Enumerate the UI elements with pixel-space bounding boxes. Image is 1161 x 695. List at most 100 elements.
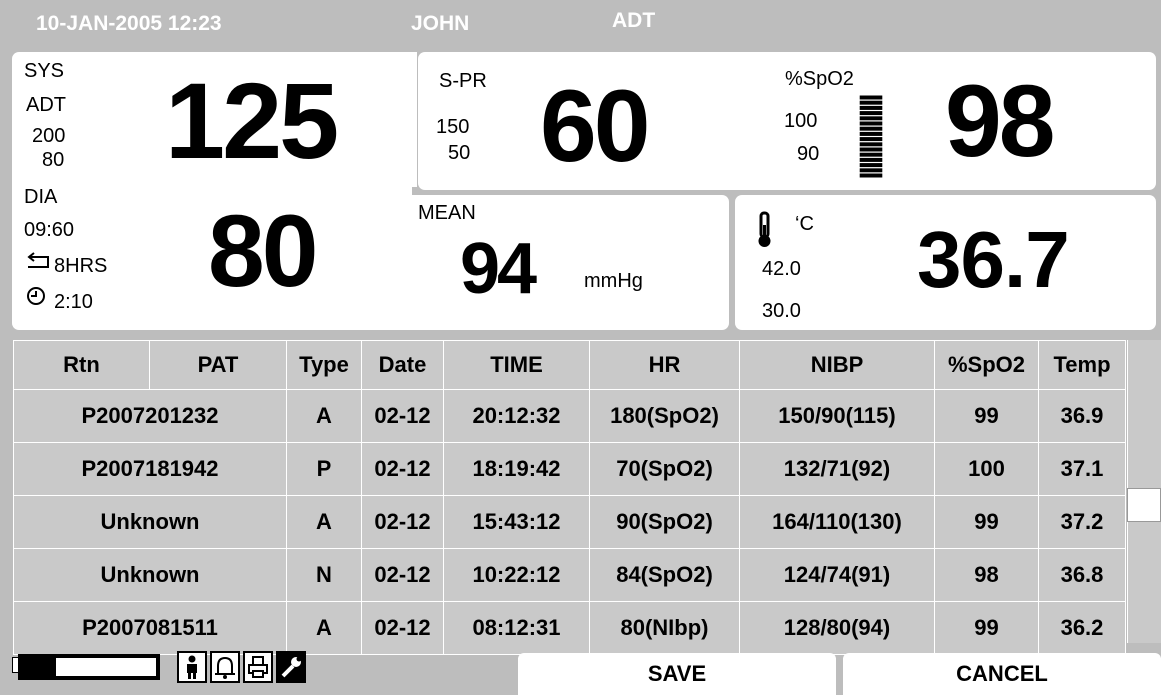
cell-temp: 37.1 <box>1038 442 1126 496</box>
spo2-bar-segment <box>859 95 883 100</box>
sys-high-limit: 200 <box>32 125 66 147</box>
cell-date: 02-12 <box>361 442 444 496</box>
cell-spo2: 99 <box>934 495 1039 549</box>
cell-hr: 80(NIbp) <box>589 601 740 655</box>
cell-spo2: 99 <box>934 601 1039 655</box>
col-header-hr[interactable]: HR <box>589 340 740 390</box>
nibp-interval: 09:60 <box>24 219 75 241</box>
table-row[interactable]: P2007081511 A 02-12 08:12:31 80(NIbp) 12… <box>13 601 1126 655</box>
cell-spo2: 98 <box>934 548 1039 602</box>
spo2-value: 98 <box>945 64 1055 178</box>
cell-type: P <box>286 442 362 496</box>
nibp-timer: 2:10 <box>54 291 93 313</box>
spo2-bar-segment <box>859 157 883 162</box>
pulse-high-limit: 150 <box>436 116 470 138</box>
pulse-label: S-PR <box>439 70 487 92</box>
cell-date: 02-12 <box>361 495 444 549</box>
cell-patient-id: Unknown <box>13 495 287 549</box>
col-header-rtn[interactable]: Rtn <box>13 340 150 390</box>
table-row[interactable]: P2007181942 P 02-12 18:19:42 70(SpO2) 13… <box>13 442 1126 496</box>
battery-fill <box>22 658 56 676</box>
col-header-temp[interactable]: Temp <box>1038 340 1126 390</box>
pulse-low-limit: 50 <box>448 142 471 164</box>
sys-low-limit: 80 <box>42 149 65 171</box>
temp-high-limit: 42.0 <box>762 258 801 280</box>
cancel-button[interactable]: CANCEL <box>843 653 1161 695</box>
table-row[interactable]: Unknown N 02-12 10:22:12 84(SpO2) 124/74… <box>13 548 1126 602</box>
cell-nibp: 164/110(130) <box>739 495 935 549</box>
spo2-bar-segment <box>859 152 883 157</box>
spo2-bar-segment <box>859 147 883 152</box>
temp-value: 36.7 <box>917 215 1070 304</box>
spo2-bar-segment <box>859 116 883 121</box>
spo2-bar-segment <box>859 137 883 142</box>
header-datetime: 10-JAN-2005 12:23 <box>36 12 222 35</box>
cell-date: 02-12 <box>361 601 444 655</box>
col-header-date[interactable]: Date <box>361 340 444 390</box>
spo2-bar-segment <box>859 100 883 105</box>
cell-spo2: 99 <box>934 389 1039 443</box>
save-button[interactable]: SAVE <box>518 653 836 695</box>
cell-hr: 180(SpO2) <box>589 389 740 443</box>
cell-type: A <box>286 389 362 443</box>
table-row[interactable]: P2007201232 A 02-12 20:12:32 180(SpO2) 1… <box>13 389 1126 443</box>
printer-icon[interactable] <box>243 651 273 683</box>
col-header-time[interactable]: TIME <box>443 340 590 390</box>
clock-icon <box>26 286 46 311</box>
cell-temp: 37.2 <box>1038 495 1126 549</box>
spo2-bar-segment <box>859 163 883 168</box>
cell-time: 15:43:12 <box>443 495 590 549</box>
spo2-bar-segment <box>859 126 883 131</box>
dia-value: 80 <box>208 194 318 308</box>
spo2-bar-graph <box>859 95 883 178</box>
measurement-table: Rtn PAT Type Date TIME HR NIBP %SpO2 Tem… <box>13 340 1126 655</box>
header-patient-name: JOHN <box>411 12 470 35</box>
cell-type: A <box>286 601 362 655</box>
spo2-bar-segment <box>859 168 883 173</box>
cell-nibp: 132/71(92) <box>739 442 935 496</box>
patient-icon[interactable] <box>177 651 207 683</box>
mean-label: MEAN <box>418 202 476 224</box>
mean-value: 94 <box>460 229 537 309</box>
spo2-bar-segment <box>859 111 883 116</box>
scrollbar-thumb[interactable] <box>1127 488 1161 522</box>
cell-time: 20:12:32 <box>443 389 590 443</box>
dia-label: DIA <box>24 186 58 208</box>
temp-unit: ‘C <box>795 213 814 235</box>
cell-patient-id: P2007081511 <box>13 601 287 655</box>
wrench-icon[interactable] <box>276 651 306 683</box>
cell-temp: 36.9 <box>1038 389 1126 443</box>
mean-unit: mmHg <box>584 270 643 292</box>
cell-type: N <box>286 548 362 602</box>
battery-indicator <box>18 654 160 680</box>
sys-label: SYS <box>24 60 65 82</box>
table-row[interactable]: Unknown A 02-12 15:43:12 90(SpO2) 164/11… <box>13 495 1126 549</box>
col-header-type[interactable]: Type <box>286 340 362 390</box>
col-header-pat[interactable]: PAT <box>149 340 287 390</box>
alarm-bell-icon[interactable] <box>210 651 240 683</box>
spo2-low-limit: 90 <box>797 143 820 165</box>
cell-nibp: 150/90(115) <box>739 389 935 443</box>
cell-patient-id: P2007181942 <box>13 442 287 496</box>
nibp-duration: 8HRS <box>54 255 108 277</box>
pulse-value: 60 <box>540 69 650 183</box>
temp-low-limit: 30.0 <box>762 300 801 322</box>
spo2-bar-segment <box>859 105 883 110</box>
cell-hr: 70(SpO2) <box>589 442 740 496</box>
cell-patient-id: P2007201232 <box>13 389 287 443</box>
col-header-nibp[interactable]: NIBP <box>739 340 935 390</box>
cell-time: 10:22:12 <box>443 548 590 602</box>
col-header-spo2[interactable]: %SpO2 <box>934 340 1039 390</box>
cell-date: 02-12 <box>361 548 444 602</box>
cell-temp: 36.8 <box>1038 548 1126 602</box>
cycle-icon <box>26 251 50 276</box>
cell-time: 18:19:42 <box>443 442 590 496</box>
cell-patient-id: Unknown <box>13 548 287 602</box>
cell-temp: 36.2 <box>1038 601 1126 655</box>
cell-time: 08:12:31 <box>443 601 590 655</box>
cell-nibp: 128/80(94) <box>739 601 935 655</box>
spo2-bar-segment <box>859 173 883 178</box>
spo2-high-limit: 100 <box>784 110 818 132</box>
spo2-bar-segment <box>859 142 883 147</box>
cell-nibp: 124/74(91) <box>739 548 935 602</box>
